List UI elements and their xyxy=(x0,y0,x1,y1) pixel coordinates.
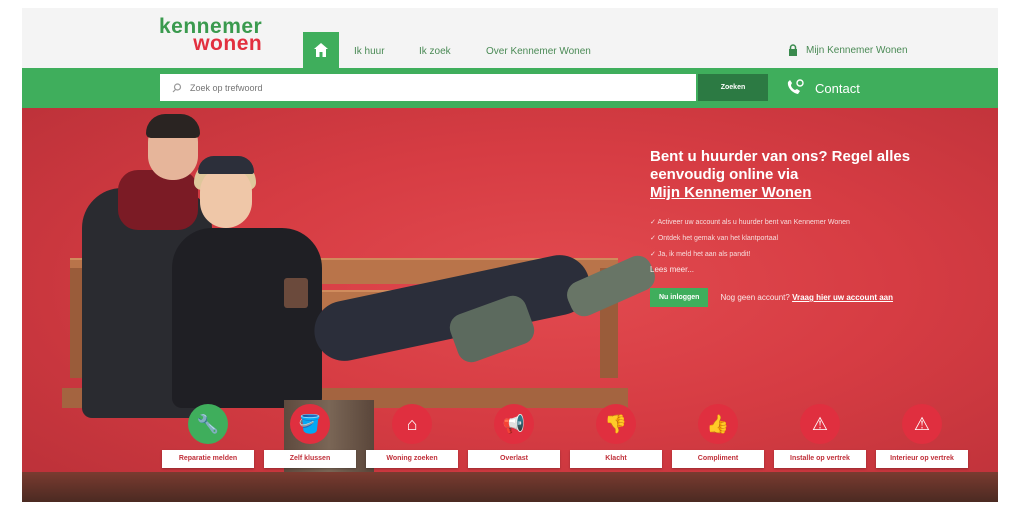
megaphone-icon: 📢 xyxy=(494,404,534,444)
search-icon xyxy=(172,82,182,92)
promo-bullet: Activeer uw account als u huurder bent v… xyxy=(650,215,990,231)
moving-boxes-icon: ⚠ xyxy=(902,404,942,444)
quick-action-label: Overlast xyxy=(468,450,560,468)
search-input[interactable] xyxy=(190,82,670,93)
search-button[interactable]: Zoeken xyxy=(698,74,768,101)
register-text: Nog geen account? xyxy=(720,293,790,302)
quick-action-label: Compliment xyxy=(672,450,764,468)
portal-promo: Bent u huurder van ons? Regel alles eenv… xyxy=(650,148,990,307)
quick-action-label: Interieur op vertrek xyxy=(876,450,968,468)
man-scarf xyxy=(118,170,198,230)
my-account-label: Mijn Kennemer Wonen xyxy=(806,44,908,56)
login-row: Nu inloggen Nog geen account? Vraag hier… xyxy=(650,288,990,307)
my-account-link[interactable]: Mijn Kennemer Wonen xyxy=(788,44,908,56)
quick-action-zelf-klussen[interactable]: 🪣 Zelf klussen xyxy=(264,404,356,468)
quick-action-reparatie[interactable]: 🔧 Reparatie melden xyxy=(162,404,254,468)
top-bar: kennemer wonen Ik huur Ik zoek Over Kenn… xyxy=(22,8,998,68)
wrench-icon: 🔧 xyxy=(188,404,228,444)
lock-icon xyxy=(789,44,797,56)
contact-label: Contact xyxy=(815,80,860,96)
quick-action-label: Reparatie melden xyxy=(162,450,254,468)
thumbs-down-icon: 👎 xyxy=(596,404,636,444)
promo-heading-line-1: Bent u huurder van ons? Regel alles xyxy=(650,148,911,165)
promo-bullets: Activeer uw account als u huurder bent v… xyxy=(650,215,990,263)
quick-action-label: Woning zoeken xyxy=(366,450,458,468)
quick-action-interieur[interactable]: ⚠ Interieur op vertrek xyxy=(876,404,968,468)
phone-icon xyxy=(787,79,804,94)
quick-action-label: Klacht xyxy=(570,450,662,468)
home-button[interactable] xyxy=(303,32,339,68)
search-field[interactable] xyxy=(160,74,696,101)
quick-action-installe[interactable]: ⚠ Installe op vertrek xyxy=(774,404,866,468)
woman-head xyxy=(200,166,252,228)
coffee-cup xyxy=(284,278,308,308)
promo-portal-link[interactable]: Mijn Kennemer Wonen xyxy=(650,184,811,201)
house-icon: ⌂ xyxy=(392,404,432,444)
woman-figure xyxy=(172,228,322,408)
quick-action-compliment[interactable]: 👍 Compliment xyxy=(672,404,764,468)
promo-bullet: Ontdek het gemak van het klantportaal xyxy=(650,231,990,247)
nav-link-ik-zoek[interactable]: Ik zoek xyxy=(419,46,451,57)
quick-action-label: Zelf klussen xyxy=(264,450,356,468)
promo-heading-line-2: eenvoudig online via xyxy=(650,166,799,183)
quick-action-overlast[interactable]: 📢 Overlast xyxy=(468,404,560,468)
quick-action-klacht[interactable]: 👎 Klacht xyxy=(570,404,662,468)
woman-beanie xyxy=(198,156,254,174)
contact-link[interactable]: Contact xyxy=(785,79,860,97)
thumbs-up-icon: 👍 xyxy=(698,404,738,444)
page-frame: kennemer wonen Ik huur Ik zoek Over Kenn… xyxy=(22,8,998,502)
ground xyxy=(22,472,998,502)
promo-bullet: Ja, ik meld het aan als pandit! xyxy=(650,247,990,263)
paint-bucket-icon: 🪣 xyxy=(290,404,330,444)
nav-link-over[interactable]: Over Kennemer Wonen xyxy=(486,46,591,57)
brand-logo[interactable]: kennemer wonen xyxy=(159,16,262,54)
read-more-link[interactable]: Lees meer... xyxy=(650,265,990,274)
register-link[interactable]: Vraag hier uw account aan xyxy=(792,293,893,302)
hero-banner: Bent u huurder van ons? Regel alles eenv… xyxy=(22,108,998,502)
quick-action-woning-zoeken[interactable]: ⌂ Woning zoeken xyxy=(366,404,458,468)
search-bar: Zoeken Contact xyxy=(22,68,998,108)
register-prompt: Nog geen account? Vraag hier uw account … xyxy=(720,293,893,302)
man-hair xyxy=(146,114,200,138)
home-icon xyxy=(314,43,328,57)
nav-link-ik-huur[interactable]: Ik huur xyxy=(354,46,385,57)
moving-icon: ⚠ xyxy=(800,404,840,444)
login-button[interactable]: Nu inloggen xyxy=(650,288,709,307)
promo-heading: Bent u huurder van ons? Regel alles eenv… xyxy=(650,148,990,202)
quick-action-label: Installe op vertrek xyxy=(774,450,866,468)
